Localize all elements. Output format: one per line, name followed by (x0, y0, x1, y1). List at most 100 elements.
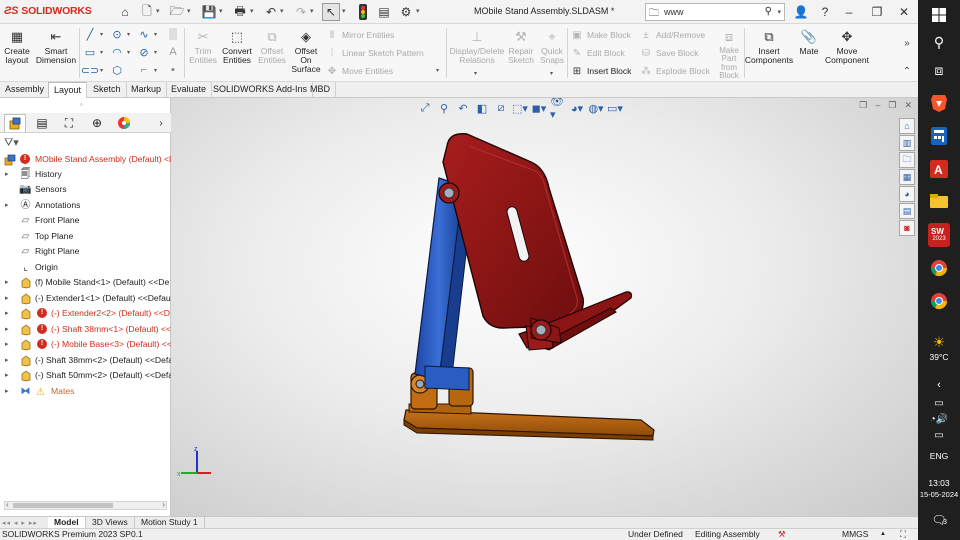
repair-sketch-button[interactable]: ⚒ Repair Sketch (507, 27, 535, 65)
tab-markup[interactable]: Markup (126, 82, 168, 98)
mobile-stand-model[interactable] (171, 98, 918, 516)
configuration-manager-tab-icon[interactable]: ⛶ (58, 114, 80, 132)
expand-arrow-icon[interactable]: ▸ (5, 167, 9, 182)
chevron-right-icon[interactable]: › (150, 114, 172, 132)
tree-item-mates[interactable]: ▸ ⧓ ⚠ Mates (0, 384, 171, 399)
chevron-down-icon[interactable]: ▾ (777, 8, 781, 16)
spline-tool-icon[interactable]: ∿ (137, 27, 151, 41)
chevron-down-icon[interactable]: ▾ (187, 7, 191, 15)
design-library-icon[interactable]: ▥ (899, 135, 915, 151)
zoom-to-area-icon[interactable]: ⚲ (436, 100, 452, 116)
print-icon[interactable]: 🖶 (231, 3, 249, 21)
tree-item-front-plane[interactable]: ▱ Front Plane (0, 213, 171, 228)
tab-scroll-arrows-icon[interactable]: ◂◂ ◂ ▸ ▸▸ (2, 519, 38, 527)
explode-block-button[interactable]: ⁂ Explode Block (640, 65, 710, 77)
chevron-down-icon[interactable]: ▾ (127, 31, 130, 38)
filter-icon[interactable]: ⛛▾ (4, 136, 19, 150)
mirror-entities-button[interactable]: ⫴ Mirror Entities (326, 29, 395, 41)
expand-arrow-icon[interactable]: ▸ (5, 306, 9, 321)
chevron-down-icon[interactable]: ▾ (154, 31, 157, 38)
chevron-down-icon[interactable]: ▾ (100, 67, 103, 74)
move-entities-button[interactable]: ✥ Move Entities (326, 65, 393, 77)
text-tool-icon[interactable]: A (166, 45, 180, 59)
expand-arrow-icon[interactable]: ▸ (5, 368, 9, 383)
dynamic-annotation-icon[interactable]: ⧄ (493, 100, 509, 116)
chevron-down-icon[interactable]: ▾ (474, 70, 477, 77)
new-document-icon[interactable]: 🗋 (138, 3, 156, 21)
input-language[interactable]: ENG (918, 451, 960, 461)
display-delete-relations-button[interactable]: ⊥ Display/Delete Relations (449, 27, 505, 65)
edit-block-button[interactable]: ✎ Edit Block (571, 47, 625, 59)
tab-layout[interactable]: Layout (48, 82, 88, 98)
tree-item-component-error[interactable]: ▸ ! (-) Mobile Base<3> (Default) << (0, 337, 171, 352)
point-tool-icon[interactable]: ▪ (166, 63, 180, 77)
tree-item-right-plane[interactable]: ▱ Right Plane (0, 244, 171, 259)
select-pointer-icon[interactable]: ↖ (322, 3, 340, 21)
polygon-tool-icon[interactable]: ⬡ (110, 63, 124, 77)
customize-status-icon[interactable]: ⛶ (900, 529, 906, 540)
expand-arrow-icon[interactable]: ▸ (5, 337, 9, 352)
tree-item-component[interactable]: ▸ (-) Shaft 50mm<2> (Default) <<Defa (0, 368, 171, 383)
scroll-left-icon[interactable]: ‹ (6, 500, 9, 509)
chevron-down-icon[interactable]: ▾ (219, 7, 223, 15)
traffic-light-icon[interactable] (354, 3, 372, 21)
expand-arrow-icon[interactable]: ▸ (5, 198, 9, 213)
offset-entities-button[interactable]: ⧉ Offset Entities (256, 27, 288, 65)
appearances-icon[interactable]: ◕ (899, 186, 915, 202)
search-icon[interactable]: ⚲ (765, 6, 772, 17)
tree-item-sensors[interactable]: 📷 Sensors (0, 182, 171, 197)
scrollbar-thumb[interactable] (13, 503, 113, 508)
save-block-button[interactable]: ⛁ Save Block (640, 47, 699, 59)
scroll-right-icon[interactable]: › (162, 500, 165, 509)
previous-view-icon[interactable]: ↶ (455, 100, 471, 116)
redo-icon[interactable]: ↷ (292, 3, 310, 21)
help-icon[interactable]: ? (816, 3, 834, 21)
tile-icon[interactable]: ❐ (859, 100, 867, 111)
tree-root-assembly[interactable]: ! MObile Stand Assembly (Default) <Di (0, 152, 171, 167)
zoom-to-fit-icon[interactable]: ⤢ (417, 100, 433, 116)
expand-arrow-icon[interactable]: ▸ (5, 353, 9, 368)
rectangle-tool-icon[interactable]: ▭ (83, 45, 97, 59)
tree-item-history[interactable]: ▸ 🗐 History (0, 167, 171, 182)
chevron-up-icon[interactable]: ▲ (880, 529, 886, 540)
file-explorer-icon[interactable]: 🗀 (899, 152, 915, 168)
chevron-down-icon[interactable]: ▾ (127, 49, 130, 56)
offset-on-surface-button[interactable]: ◈ Offset On Surface (291, 27, 321, 74)
tree-item-component[interactable]: ▸ (-) Shaft 38mm<2> (Default) <<Defa (0, 353, 171, 368)
graphics-area[interactable]: ⤢ ⚲ ↶ ◧ ⧄ ⬚▾ ◼▾ 👁▾ ◕▾ ◍▾ ▭▾ ❐ – ❐ ✕ ⌂ ▥ … (171, 98, 918, 516)
minimize-icon[interactable]: – (840, 3, 858, 21)
custom-properties-icon[interactable]: ▤ (899, 203, 915, 219)
dimxpert-tab-icon[interactable]: ⊕ (86, 114, 108, 132)
chevron-down-icon[interactable]: ▾ (416, 7, 420, 15)
tree-item-component[interactable]: ▸ (-) Extender1<1> (Default) <<Defau (0, 291, 171, 306)
view-settings-icon[interactable]: ▭▾ (607, 100, 623, 116)
move-component-button[interactable]: ✥ Move Component (824, 27, 870, 65)
search-icon[interactable]: ⚲ (918, 32, 960, 52)
section-view-icon[interactable]: ◧ (474, 100, 490, 116)
slot-tool-icon[interactable]: ⊂⊃ (81, 63, 99, 77)
expand-arrow-icon[interactable]: ▸ (5, 384, 9, 399)
solidworks-logo[interactable]: ƧS SOLIDWORKS (4, 5, 92, 17)
ribbon-expand-icon[interactable]: » (900, 36, 914, 50)
edit-appearance-icon[interactable]: ◕▾ (569, 100, 585, 116)
trim-entities-button[interactable]: ✂ Trim Entities (188, 27, 218, 65)
windows-start-icon[interactable] (918, 6, 960, 24)
chevron-down-icon[interactable]: ▾ (342, 7, 346, 15)
task-view-icon[interactable]: ⧈ (918, 60, 960, 80)
battery-icon[interactable]: ▭ (918, 396, 960, 410)
hide-show-items-icon[interactable]: 👁▾ (550, 98, 566, 121)
undo-icon[interactable]: ↶ (262, 3, 280, 21)
wifi-speaker-icon[interactable]: ◔🔊 (918, 412, 960, 426)
make-block-button[interactable]: ▣ Make Block (571, 29, 631, 41)
convert-entities-button[interactable]: ⬚ Convert Entities (221, 27, 253, 65)
smart-dimension-button[interactable]: ⇤ Smart Dimension (36, 27, 76, 65)
tab-evaluate[interactable]: Evaluate (166, 82, 213, 98)
chevron-down-icon[interactable]: ▾ (100, 31, 103, 38)
close-icon[interactable]: ✕ (895, 3, 913, 21)
tree-item-component[interactable]: ▸ (f) Mobile Stand<1> (Default) <<De (0, 275, 171, 290)
feature-tree-tab-icon[interactable] (4, 114, 26, 132)
close-icon[interactable]: ✕ (904, 100, 912, 111)
weather-temperature[interactable]: 39°C (918, 352, 960, 362)
chevron-down-icon[interactable]: ▾ (100, 49, 103, 56)
acrobat-icon[interactable]: A (918, 158, 960, 180)
